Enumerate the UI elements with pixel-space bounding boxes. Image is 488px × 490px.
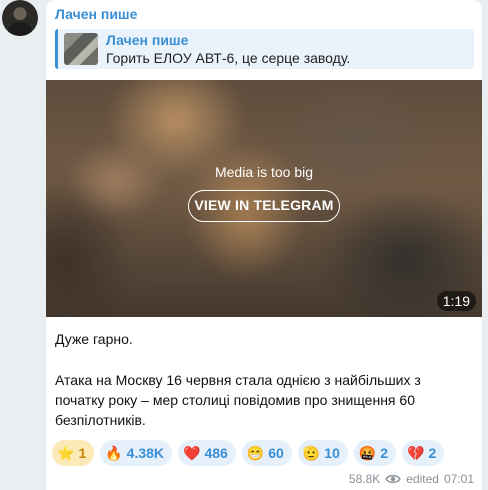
reactions-bar: ⭐ 1 🔥 4.38K ❤️ 486 😁 60 🫡 10 🤬 2 💔 2 bbox=[52, 440, 445, 468]
reply-quote[interactable]: Лачен пише Горить ЕЛОУ АВТ-6, це серце з… bbox=[55, 29, 474, 69]
message-meta: 58.8K edited 07:01 bbox=[349, 472, 474, 486]
reply-author: Лачен пише bbox=[106, 32, 189, 48]
media-too-big-notice: Media is too big bbox=[214, 164, 314, 180]
message-text: Дуже гарно. Атака на Москву 16 червня ст… bbox=[55, 329, 465, 430]
reaction-smile[interactable]: 😁 60 bbox=[241, 440, 292, 466]
eye-icon bbox=[385, 474, 402, 484]
broken-heart-icon: 💔 bbox=[407, 445, 425, 461]
reaction-heart[interactable]: ❤️ 486 bbox=[178, 440, 236, 466]
reaction-angry[interactable]: 🤬 2 bbox=[353, 440, 397, 466]
message-author[interactable]: Лачен пише bbox=[55, 6, 137, 22]
angry-face-icon: 🤬 bbox=[358, 445, 377, 461]
video-duration: 1:19 bbox=[436, 291, 476, 311]
channel-avatar[interactable] bbox=[2, 0, 38, 36]
heart-icon: ❤️ bbox=[183, 445, 201, 461]
reaction-count: 4.38K bbox=[126, 445, 165, 461]
edited-label: edited bbox=[406, 472, 439, 486]
reaction-fire[interactable]: 🔥 4.38K bbox=[100, 440, 173, 466]
message-paragraph: Дуже гарно. bbox=[55, 331, 133, 347]
reaction-count: 1 bbox=[78, 445, 87, 461]
reaction-salute[interactable]: 🫡 10 bbox=[297, 440, 348, 466]
reaction-star[interactable]: ⭐ 1 bbox=[52, 440, 95, 466]
pointing-hand-icon: 🫡 bbox=[302, 445, 321, 461]
view-in-telegram-button[interactable]: VIEW IN TELEGRAM bbox=[188, 190, 340, 222]
message-paragraph: Атака на Москву 16 червня стала однією з… bbox=[55, 372, 421, 428]
reaction-count: 60 bbox=[268, 445, 284, 461]
fire-icon: 🔥 bbox=[105, 445, 123, 461]
message-bubble: Лачен пише Лачен пише Горить ЕЛОУ АВТ-6,… bbox=[46, 0, 482, 490]
reaction-broken-heart[interactable]: 💔 2 bbox=[402, 440, 445, 466]
view-count: 58.8K bbox=[348, 472, 381, 486]
smile-icon: 😁 bbox=[246, 445, 265, 461]
reaction-count: 2 bbox=[428, 445, 437, 461]
reaction-count: 10 bbox=[324, 445, 340, 461]
message-time: 07:01 bbox=[443, 472, 474, 486]
video-preview[interactable]: Media is too big VIEW IN TELEGRAM 1:19 bbox=[46, 80, 482, 317]
reply-text: Горить ЕЛОУ АВТ-6, це серце заводу. bbox=[106, 50, 351, 66]
reaction-count: 486 bbox=[204, 445, 228, 461]
star-icon: ⭐ bbox=[57, 445, 75, 461]
reaction-count: 2 bbox=[380, 445, 389, 461]
reply-thumbnail bbox=[64, 33, 98, 65]
